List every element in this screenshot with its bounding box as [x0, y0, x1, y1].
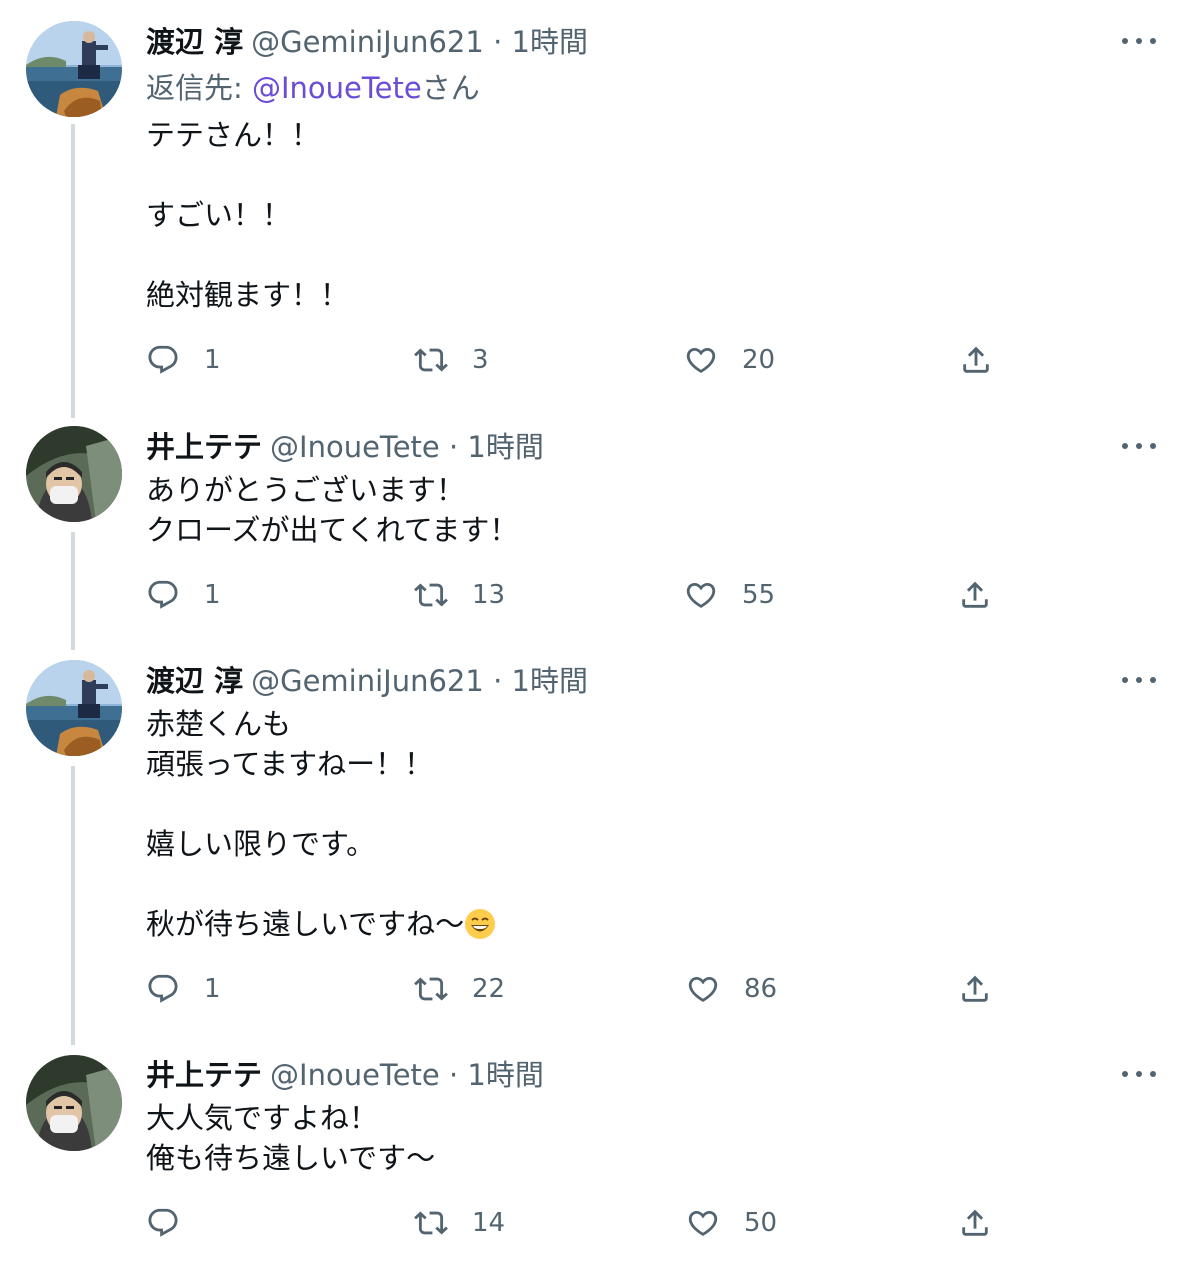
timestamp[interactable]: 1時間	[467, 1058, 543, 1092]
tweet-text: 大人気ですよね！ 俺も待ち遠しいです〜	[146, 1101, 436, 1175]
separator: ·	[493, 664, 503, 698]
heart-icon	[684, 343, 718, 377]
handle[interactable]: @InoueTete	[270, 430, 440, 464]
reply-count: 1	[204, 580, 221, 610]
retweet-count: 3	[472, 345, 489, 375]
separator: ·	[493, 25, 503, 59]
seaside-photo-icon	[26, 660, 122, 756]
more-icon[interactable]	[1122, 31, 1156, 51]
text-line: 頑張ってますねー！！	[146, 747, 434, 781]
tweet[interactable]: 井上テテ @InoueTete · 1時間 ありがとうございます！ クローズが出て…	[0, 410, 1198, 650]
retweet-count: 13	[472, 580, 506, 610]
tweet-header: 渡辺 淳 @GeminiJun621 · 1時間	[146, 22, 588, 62]
retweet-button[interactable]: 14	[414, 1203, 505, 1243]
share-button[interactable]	[958, 969, 992, 1009]
reply-prefix: 返信先:	[146, 71, 252, 105]
share-icon	[958, 1206, 992, 1240]
action-bar: 1 13 55	[0, 575, 1198, 615]
handle[interactable]: @InoueTete	[270, 1058, 440, 1092]
timestamp[interactable]: 1時間	[512, 664, 588, 698]
masked-person-photo-icon	[26, 1055, 122, 1151]
like-button[interactable]: 55	[684, 575, 775, 615]
action-bar: 1 3 20	[0, 340, 1198, 380]
grinning-face-emoji-icon	[465, 909, 496, 939]
timestamp[interactable]: 1時間	[512, 25, 588, 59]
heart-icon	[684, 578, 718, 612]
share-icon	[958, 578, 992, 612]
text-line-with-emoji: 秋が待ち遠しいですね〜	[146, 904, 1046, 944]
share-button[interactable]	[958, 1203, 992, 1243]
tweet-header: 井上テテ @InoueTete · 1時間	[146, 1055, 544, 1095]
tweet-text: 赤楚くんも 頑張ってますねー！！ 嬉しい限りです。 秋が待ち遠しいですね〜	[146, 704, 1046, 944]
separator: ·	[448, 430, 459, 464]
like-button[interactable]: 86	[686, 969, 777, 1009]
avatar[interactable]	[26, 1055, 122, 1151]
reply-button[interactable]: 1	[146, 340, 221, 380]
text-line: 秋が待ち遠しいですね〜	[146, 907, 465, 941]
retweet-icon	[414, 578, 448, 612]
more-icon[interactable]	[1122, 436, 1156, 456]
retweet-icon	[414, 972, 448, 1006]
more-icon[interactable]	[1122, 670, 1156, 690]
display-name[interactable]: 井上テテ	[146, 1058, 262, 1092]
like-button[interactable]: 50	[686, 1203, 777, 1243]
replying-to: 返信先: @InoueTeteさん	[146, 68, 480, 108]
tweet-text: ありがとうございます！ クローズが出てくれてます！	[146, 473, 519, 547]
like-count: 86	[744, 974, 778, 1004]
reply-count: 1	[204, 974, 221, 1004]
action-bar: 14 50	[0, 1203, 1198, 1243]
separator: ·	[448, 1058, 459, 1092]
display-name[interactable]: 渡辺 淳	[146, 664, 243, 698]
reply-button[interactable]: 1	[146, 969, 221, 1009]
mention-link[interactable]: @InoueTete	[252, 71, 422, 105]
tweet[interactable]: 井上テテ @InoueTete · 1時間 大人気ですよね！ 俺も待ち遠しいです〜…	[0, 1045, 1198, 1266]
text-line	[146, 784, 1046, 824]
tweet[interactable]: 渡辺 淳 @GeminiJun621 · 1時間 赤楚くんも 頑張ってますねー！！…	[0, 650, 1198, 1045]
handle[interactable]: @GeminiJun621	[251, 25, 484, 59]
retweet-icon	[414, 343, 448, 377]
seaside-photo-icon	[26, 21, 122, 117]
masked-person-photo-icon	[26, 426, 122, 522]
display-name[interactable]: 渡辺 淳	[146, 25, 243, 59]
avatar[interactable]	[26, 660, 122, 756]
retweet-button[interactable]: 22	[414, 969, 505, 1009]
tweet-text: テテさん！！ すごい！！ 絶対観ます！！	[146, 118, 350, 312]
retweet-button[interactable]: 13	[414, 575, 505, 615]
share-button[interactable]	[958, 575, 992, 615]
share-button[interactable]	[959, 340, 993, 380]
action-bar: 1 22 86	[0, 969, 1198, 1009]
avatar[interactable]	[26, 426, 122, 522]
retweet-count: 22	[472, 974, 506, 1004]
tweet[interactable]: 渡辺 淳 @GeminiJun621 · 1時間 返信先: @InoueTeteさ…	[0, 0, 1198, 418]
display-name[interactable]: 井上テテ	[146, 430, 262, 464]
reply-icon	[146, 343, 180, 377]
retweet-icon	[414, 1206, 448, 1240]
like-count: 55	[742, 580, 776, 610]
reply-icon	[146, 578, 180, 612]
reply-button[interactable]	[146, 1203, 180, 1243]
like-button[interactable]: 20	[684, 340, 775, 380]
text-line: 赤楚くんも	[146, 707, 292, 741]
retweet-button[interactable]: 3	[414, 340, 489, 380]
tweet-header: 渡辺 淳 @GeminiJun621 · 1時間	[146, 661, 588, 701]
heart-icon	[686, 1206, 720, 1240]
timestamp[interactable]: 1時間	[467, 430, 543, 464]
text-line: 嬉しい限りです。	[146, 827, 376, 861]
reply-icon	[146, 1206, 180, 1240]
reply-button[interactable]: 1	[146, 575, 221, 615]
handle[interactable]: @GeminiJun621	[251, 664, 484, 698]
more-icon[interactable]	[1122, 1064, 1156, 1084]
like-count: 20	[742, 345, 776, 375]
text-line	[146, 864, 1046, 904]
avatar[interactable]	[26, 21, 122, 117]
retweet-count: 14	[472, 1208, 506, 1238]
reply-suffix: さん	[421, 71, 480, 105]
share-icon	[958, 972, 992, 1006]
like-count: 50	[744, 1208, 778, 1238]
reply-icon	[146, 972, 180, 1006]
heart-icon	[686, 972, 720, 1006]
reply-count: 1	[204, 345, 221, 375]
share-icon	[959, 343, 993, 377]
tweet-header: 井上テテ @InoueTete · 1時間	[146, 427, 544, 467]
